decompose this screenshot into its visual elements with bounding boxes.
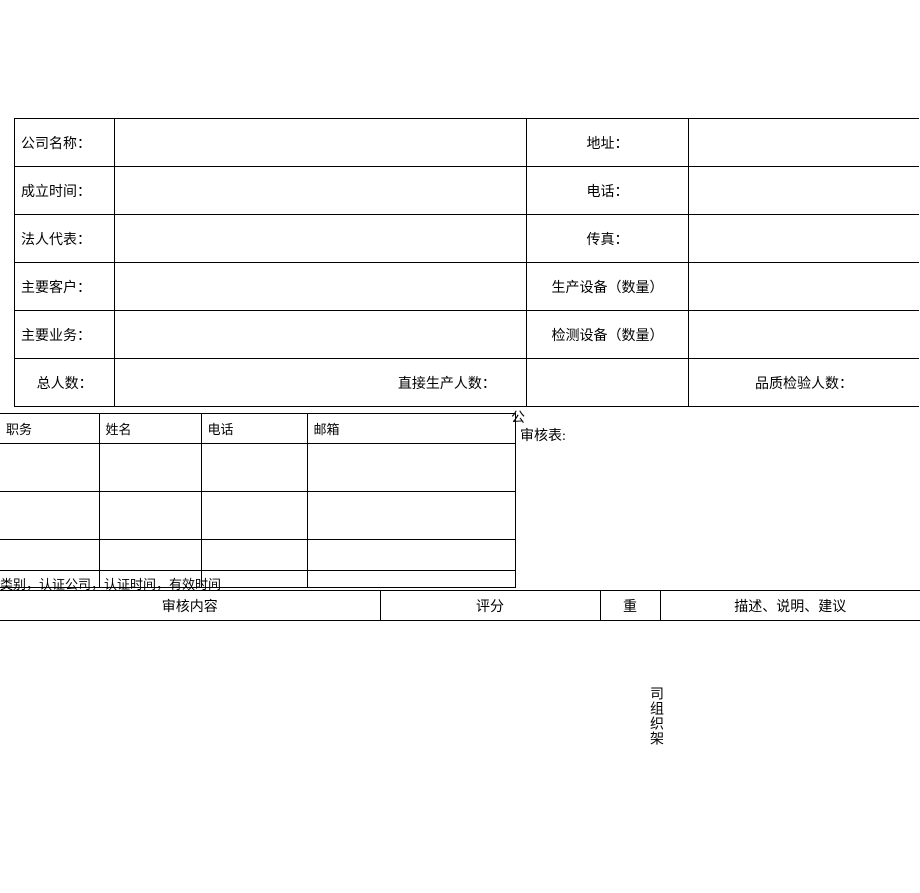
- table-row: 审核内容 评分 重 描述、说明、建议: [0, 591, 920, 621]
- founded-value: [115, 167, 527, 215]
- audit-weight-header: 重: [600, 591, 660, 621]
- table-row: [0, 492, 515, 540]
- audit-header-table: 审核内容 评分 重 描述、说明、建议: [0, 590, 920, 621]
- float-company-char: 公: [511, 407, 525, 427]
- fax-value: [689, 215, 919, 263]
- direct-prod-label: 直接生产人数：: [115, 359, 527, 407]
- table-row: 主要业务： 检测设备（数量）: [15, 311, 920, 359]
- fax-label: 传真：: [526, 215, 688, 263]
- total-people-label: 总人数：: [15, 359, 115, 407]
- phone-value: [689, 167, 919, 215]
- contact-table: 职务 姓名 电话 邮箱: [0, 413, 516, 588]
- email-header: 邮箱: [307, 414, 515, 444]
- cell: [99, 444, 201, 492]
- prod-equip-label: 生产设备（数量）: [526, 263, 688, 311]
- direct-prod-value: [526, 359, 688, 407]
- table-row: 成立时间： 电话：: [15, 167, 920, 215]
- table-row: 公司名称： 地址：: [15, 119, 920, 167]
- legal-rep-value: [115, 215, 527, 263]
- cell: [0, 444, 99, 492]
- phone-header: 电话: [201, 414, 307, 444]
- company-info-table: 公司名称： 地址： 成立时间： 电话： 法人代表： 传真： 主要客户： 生产设备…: [14, 118, 919, 407]
- audit-description-header: 描述、说明、建议: [660, 591, 920, 621]
- vertical-org-text: 司组织架: [645, 686, 665, 746]
- table-row: 总人数： 直接生产人数： 品质检验人数：: [15, 359, 920, 407]
- founded-label: 成立时间：: [15, 167, 115, 215]
- audit-content-header: 审核内容: [0, 591, 380, 621]
- name-header: 姓名: [99, 414, 201, 444]
- cell: [307, 444, 515, 492]
- company-name-label: 公司名称：: [15, 119, 115, 167]
- table-row: 职务 姓名 电话 邮箱: [0, 414, 515, 444]
- main-business-label: 主要业务：: [15, 311, 115, 359]
- table-row: 法人代表： 传真：: [15, 215, 920, 263]
- position-header: 职务: [0, 414, 99, 444]
- cell: [0, 492, 99, 540]
- cell: [99, 492, 201, 540]
- cell: [307, 492, 515, 540]
- test-equip-label: 检测设备（数量）: [526, 311, 688, 359]
- legal-rep-label: 法人代表：: [15, 215, 115, 263]
- cell: [201, 444, 307, 492]
- quality-inspect-label: 品质检验人数：: [689, 359, 919, 407]
- table-row: 主要客户： 生产设备（数量）: [15, 263, 920, 311]
- prod-equip-value: [689, 263, 919, 311]
- company-name-value: [115, 119, 527, 167]
- main-business-value: [115, 311, 527, 359]
- main-customer-label: 主要客户：: [15, 263, 115, 311]
- table-row: [0, 444, 515, 492]
- main-customer-value: [115, 263, 527, 311]
- audit-score-header: 评分: [380, 591, 600, 621]
- address-value: [689, 119, 919, 167]
- float-audit-table-label: 审核表:: [520, 425, 566, 445]
- address-label: 地址：: [526, 119, 688, 167]
- phone-label: 电话：: [526, 167, 688, 215]
- cell: [201, 492, 307, 540]
- test-equip-value: [689, 311, 919, 359]
